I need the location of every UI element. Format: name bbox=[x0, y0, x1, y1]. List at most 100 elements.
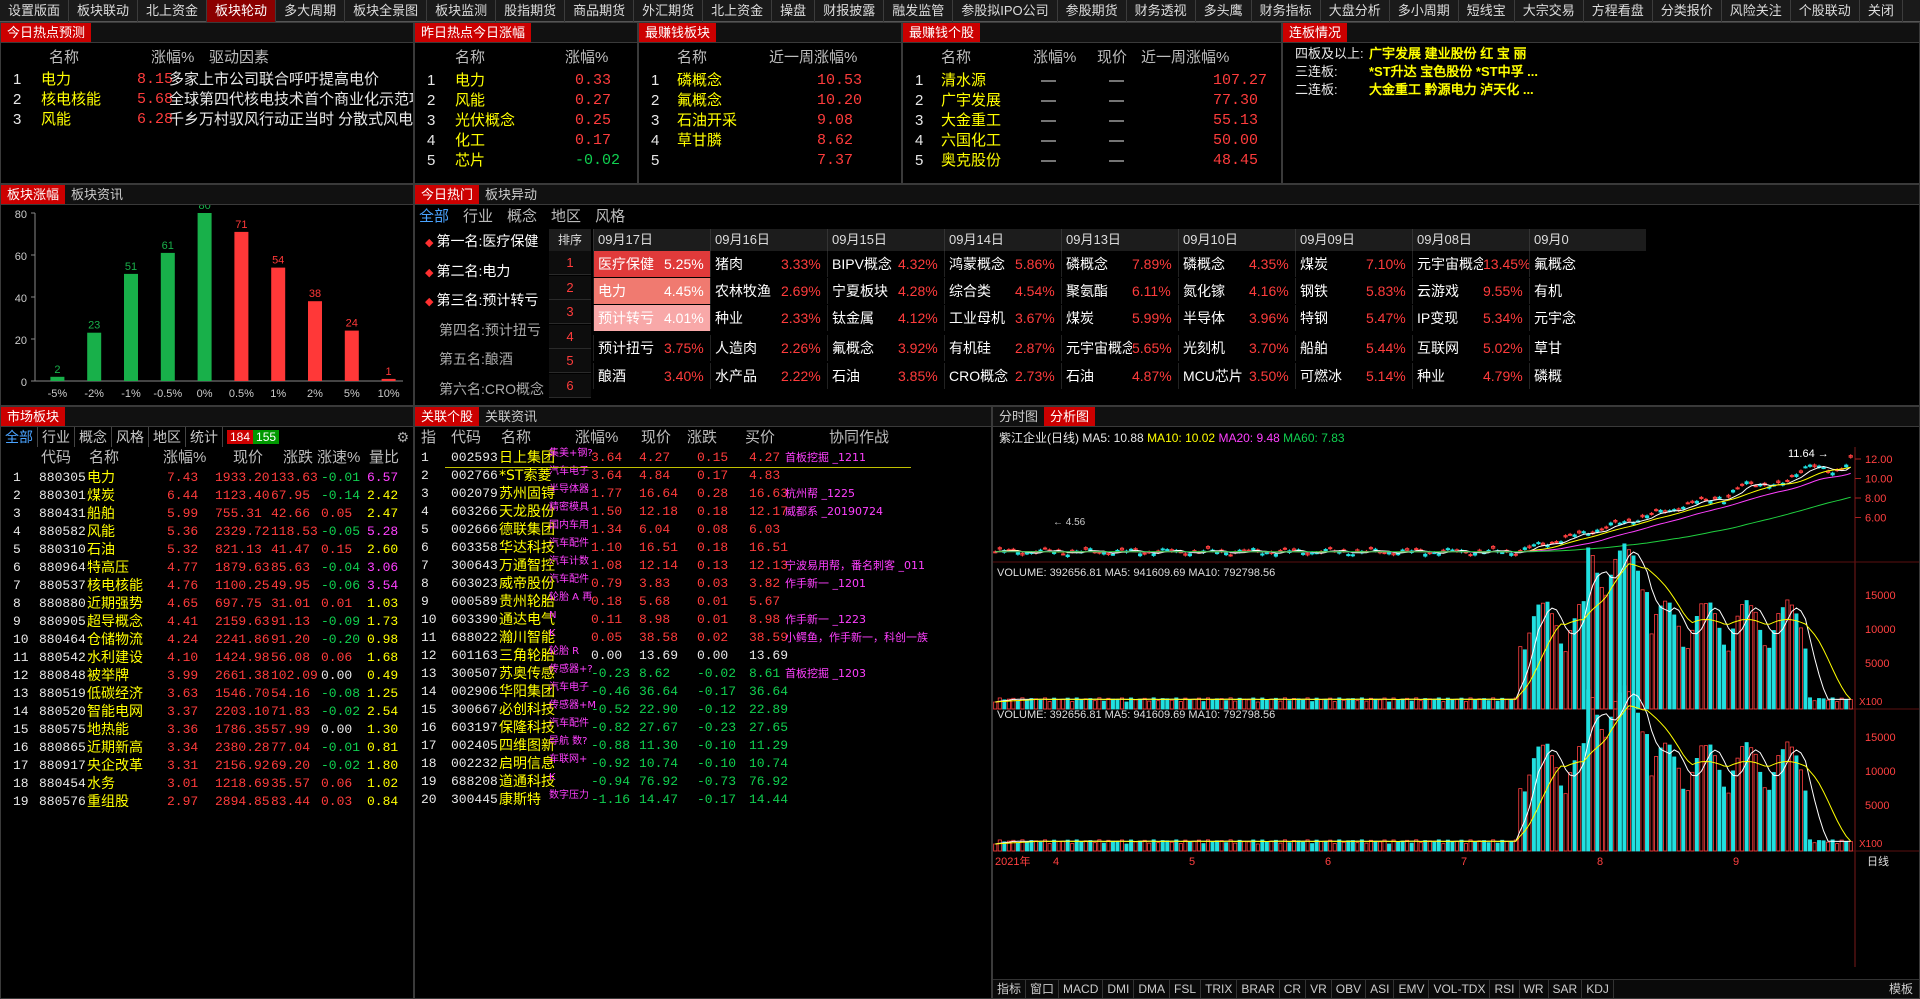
hot-cell[interactable]: 预计扭亏 3.75% bbox=[593, 335, 710, 361]
related-col-header[interactable]: 指 bbox=[421, 427, 436, 449]
nav-tab[interactable]: 个股联动 bbox=[1791, 0, 1860, 22]
indicator-tab[interactable]: OBV bbox=[1332, 980, 1367, 998]
nav-tab[interactable]: 财务指标 bbox=[1252, 0, 1321, 22]
indicator-tab[interactable]: DMA bbox=[1134, 980, 1171, 998]
hot-cell[interactable]: 磷概念 7.89% bbox=[1061, 251, 1178, 277]
nav-tab[interactable]: 板块轮动 bbox=[207, 0, 277, 22]
market-row[interactable]: 1 880305 电力 7.43 1933.20 133.63 -0.01 6.57 bbox=[1, 469, 413, 487]
hot-subtab[interactable]: 地区 bbox=[551, 205, 581, 226]
market-row[interactable]: 11 880542 水利建设 4.10 1424.98 56.08 0.06 1.68 bbox=[1, 649, 413, 667]
hot-cell[interactable]: 酿酒 3.40% bbox=[593, 363, 710, 389]
related-news-tab[interactable]: 关联资讯 bbox=[479, 407, 543, 426]
date-header[interactable]: 09月17日 bbox=[593, 229, 710, 251]
market-row[interactable]: 3 880431 船舶 5.99 755.31 42.66 0.05 2.47 bbox=[1, 505, 413, 523]
yesterday-hot-tab[interactable]: 昨日热点今日涨幅 bbox=[415, 23, 532, 42]
related-col-header[interactable]: 现价 bbox=[641, 427, 671, 449]
money-board-row[interactable]: 4 草甘膦 8.62 bbox=[639, 131, 901, 151]
hot-cell[interactable]: 可燃冰 5.14% bbox=[1295, 363, 1412, 389]
hot-rank-item[interactable]: 第五名:酿酒 bbox=[425, 349, 513, 369]
col-change[interactable]: 涨幅% bbox=[151, 46, 194, 70]
market-col-header[interactable]: 涨速% bbox=[317, 447, 360, 469]
streak-stocks[interactable]: 广宇发展 建业股份 红 宝 丽 bbox=[1369, 45, 1526, 63]
streak-stocks[interactable]: 大金重工 黔源电力 泸天化 ... bbox=[1369, 81, 1534, 99]
yesterday-row[interactable]: 3 光伏概念 0.25 bbox=[415, 111, 637, 131]
yesterday-row[interactable]: 1 电力 0.33 bbox=[415, 71, 637, 91]
intraday-tab[interactable]: 分时图 bbox=[993, 407, 1044, 426]
indicator-tab[interactable]: DMI bbox=[1103, 980, 1135, 998]
date-header[interactable]: 09月15日 bbox=[827, 229, 944, 251]
market-col-header[interactable]: 代码 bbox=[41, 447, 71, 469]
hot-cell[interactable]: 石油 3.85% bbox=[827, 363, 944, 389]
bar[interactable] bbox=[124, 273, 138, 381]
market-row[interactable]: 14 880520 智能电网 3.37 2203.10 71.83 -0.02 2.54 bbox=[1, 703, 413, 721]
market-subtab[interactable]: 风格 bbox=[112, 427, 149, 447]
hot-cell[interactable]: CRO概念 2.73% bbox=[944, 363, 1061, 389]
col-week-change[interactable]: 近一周涨幅% bbox=[769, 46, 857, 70]
indicator-tab[interactable]: ASI bbox=[1366, 980, 1395, 998]
hot-cell[interactable]: 鸿蒙概念 5.86% bbox=[944, 251, 1061, 277]
money-board-row[interactable]: 1 磷概念 10.53 bbox=[639, 71, 901, 91]
indicator-tab[interactable]: SAR bbox=[1549, 980, 1583, 998]
nav-tab[interactable]: 板块联动 bbox=[69, 0, 139, 22]
market-row[interactable]: 16 880865 近期新高 3.34 2380.28 77.04 -0.01 0.81 bbox=[1, 739, 413, 757]
nav-tab[interactable]: 风险关注 bbox=[1722, 0, 1791, 22]
bar[interactable] bbox=[197, 213, 212, 381]
money-stock-row[interactable]: 4 六国化工 — — 50.00 bbox=[903, 131, 1281, 151]
hot-cell[interactable]: 元宇宙概念5.65% bbox=[1061, 335, 1178, 361]
nav-tab[interactable]: 板块全景图 bbox=[345, 0, 428, 22]
indicator-tab[interactable]: WR bbox=[1520, 980, 1549, 998]
col-name[interactable]: 名称 bbox=[49, 46, 79, 70]
nav-tab[interactable]: 方程看盘 bbox=[1584, 0, 1653, 22]
market-col-header[interactable]: 涨幅% bbox=[163, 447, 206, 469]
indicator-tab[interactable]: RSI bbox=[1490, 980, 1520, 998]
money-stock-row[interactable]: 2 广宇发展 — — 77.30 bbox=[903, 91, 1281, 111]
hot-cell[interactable]: 农林牧渔 2.69% bbox=[710, 278, 827, 304]
hot-cell[interactable]: 有机 bbox=[1529, 278, 1646, 304]
hot-cell[interactable]: 预计转亏 4.01% bbox=[593, 305, 710, 331]
hot-cell[interactable]: 猪肉 3.33% bbox=[710, 251, 827, 277]
hot-cell[interactable]: 综合类 4.54% bbox=[944, 278, 1061, 304]
hot-rank-item[interactable]: ◆ 第一名:医疗保健 bbox=[425, 231, 538, 251]
hot-cell[interactable]: 元宇宙概念13.45% bbox=[1412, 251, 1529, 277]
board-anomaly-tab[interactable]: 板块异动 bbox=[479, 185, 543, 204]
hot-subtab[interactable]: 概念 bbox=[507, 205, 537, 226]
date-header[interactable]: 09月14日 bbox=[944, 229, 1061, 251]
market-row[interactable]: 6 880964 特高压 4.77 1879.63 85.63 -0.04 3.06 bbox=[1, 559, 413, 577]
hot-subtab[interactable]: 风格 bbox=[595, 205, 625, 226]
related-row[interactable]: 14 002906 华阳集团 汽车电子 -0.46 36.64 -0.17 36.64 bbox=[415, 682, 991, 701]
streak-row[interactable]: 二连板: 大金重工 黔源电力 泸天化 ... bbox=[1283, 81, 1919, 99]
market-col-header[interactable]: 量比 bbox=[369, 447, 399, 469]
bar[interactable] bbox=[160, 252, 175, 381]
indicator-tab[interactable]: 指标 bbox=[993, 980, 1027, 998]
nav-tab[interactable]: 财务透视 bbox=[1127, 0, 1196, 22]
date-header[interactable]: 09月10日 bbox=[1178, 229, 1295, 251]
hot-cell[interactable]: 煤炭 5.99% bbox=[1061, 305, 1178, 331]
money-board-row[interactable]: 2 氟概念 10.20 bbox=[639, 91, 901, 111]
hot-cell[interactable]: 聚氨酯 6.11% bbox=[1061, 278, 1178, 304]
related-row[interactable]: 13 300507 苏奥传感 传感器+? -0.23 8.62 -0.02 8.61 首板挖掘 … bbox=[415, 664, 991, 683]
related-row[interactable]: 15 300667 必创科技 传感器+M -0.52 22.90 -0.12 22.89 bbox=[415, 700, 991, 719]
market-row[interactable]: 19 880576 重组股 2.97 2894.85 83.44 0.03 0.84 bbox=[1, 793, 413, 811]
date-header[interactable]: 09月09日 bbox=[1295, 229, 1412, 251]
nav-tab[interactable]: 设置版面 bbox=[0, 0, 70, 22]
nav-tab[interactable]: 参股拟IPO公司 bbox=[953, 0, 1058, 22]
col-change[interactable]: 涨幅% bbox=[565, 46, 608, 70]
hot-rank-item[interactable]: 第四名:预计扭亏 bbox=[425, 320, 541, 340]
nav-tab[interactable]: 操盘 bbox=[772, 0, 816, 22]
streak-stocks[interactable]: *ST升达 宝色股份 *ST中孚 ... bbox=[1369, 63, 1538, 81]
related-row[interactable]: 2 002766 *ST索菱 汽车电子 3.64 4.84 0.17 4.83 bbox=[415, 466, 991, 485]
date-header[interactable]: 09月13日 bbox=[1061, 229, 1178, 251]
hot-cell[interactable]: 有机硅 2.87% bbox=[944, 335, 1061, 361]
nav-tab[interactable]: 短线宝 bbox=[1459, 0, 1515, 22]
bar[interactable] bbox=[381, 378, 396, 381]
hot-subtab[interactable]: 全部 bbox=[419, 205, 449, 226]
related-row[interactable]: 12 601163 三角轮胎 轮胎 R 0.00 13.69 0.00 13.69 bbox=[415, 646, 991, 665]
hot-cell[interactable]: 种业 4.79% bbox=[1412, 363, 1529, 389]
template-button[interactable]: 模板 bbox=[1883, 980, 1919, 998]
today-hot-tab[interactable]: 今日热门 bbox=[415, 185, 480, 204]
market-row[interactable]: 18 880454 水务 3.01 1218.69 35.57 0.06 1.02 bbox=[1, 775, 413, 793]
streak-row[interactable]: 三连板: *ST升达 宝色股份 *ST中孚 ... bbox=[1283, 63, 1919, 81]
hot-cell[interactable]: 水产品 2.22% bbox=[710, 363, 827, 389]
hot-cell[interactable]: MCU芯片 3.50% bbox=[1178, 363, 1295, 389]
money-stock-row[interactable]: 5 奥克股份 — — 48.45 bbox=[903, 151, 1281, 171]
